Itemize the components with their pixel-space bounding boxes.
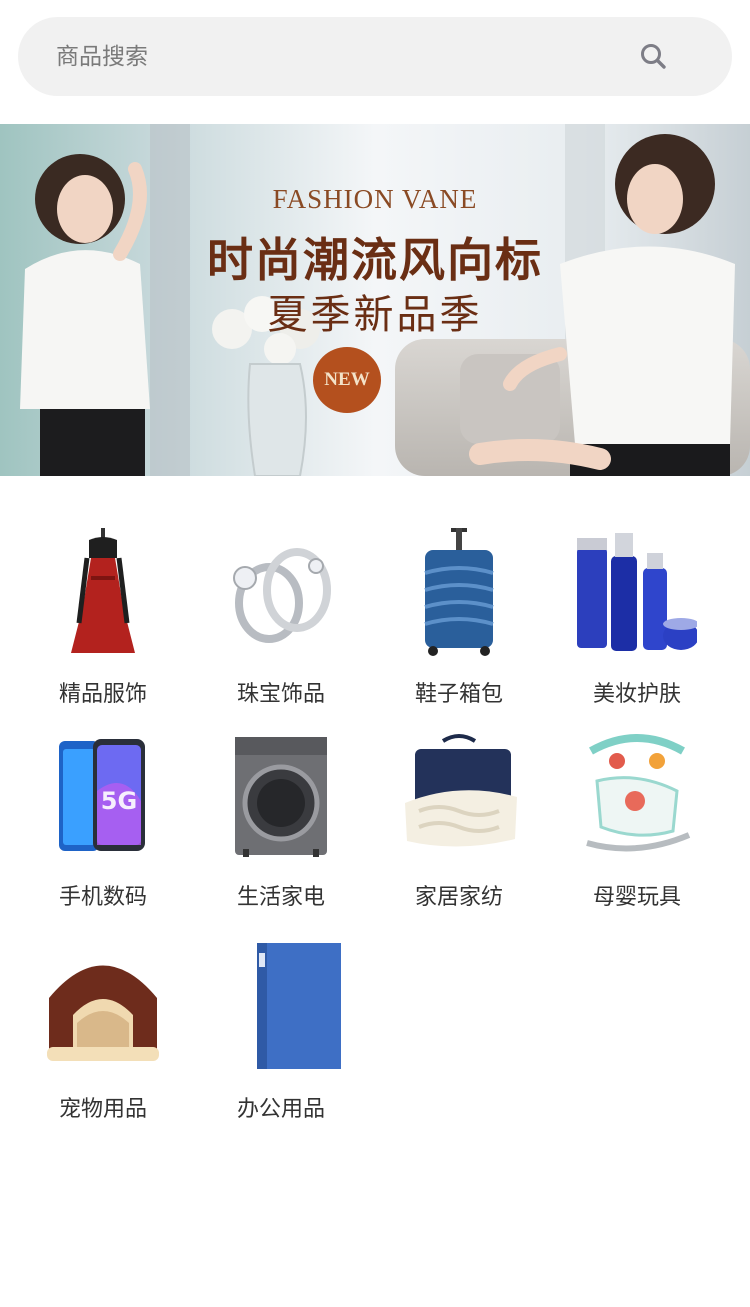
category-label: 家居家纺 xyxy=(414,885,503,910)
search-bar[interactable] xyxy=(18,17,732,96)
banner-subtitle-en: FASHION VANE xyxy=(272,184,478,214)
category-appliances[interactable]: 生活家电 xyxy=(201,731,361,931)
category-label: 美妆护肤 xyxy=(592,682,681,707)
pillow-icon xyxy=(405,734,517,847)
folder-icon xyxy=(257,943,341,1069)
cosmetics-icon xyxy=(577,533,697,651)
promo-banner[interactable]: FASHION VANE 时尚潮流风向标 夏季新品季 NEW xyxy=(0,124,750,476)
category-label: 手机数码 xyxy=(58,885,147,910)
category-label: 办公用品 xyxy=(236,1097,325,1122)
category-label: 精品服饰 xyxy=(58,682,147,707)
category-bags[interactable]: 鞋子箱包 xyxy=(379,528,539,728)
category-cosmetics[interactable]: 美妆护肤 xyxy=(557,528,717,728)
category-office[interactable]: 办公用品 xyxy=(201,943,361,1143)
category-label: 珠宝饰品 xyxy=(236,682,325,707)
category-label: 母婴玩具 xyxy=(592,885,681,910)
pet-house-icon xyxy=(47,965,159,1061)
baby-rocker-icon xyxy=(586,734,691,852)
category-apparel[interactable]: 精品服饰 xyxy=(23,528,183,728)
washing-machine-icon xyxy=(235,737,327,857)
search-input[interactable] xyxy=(56,17,616,96)
category-baby-toys[interactable]: 母婴玩具 xyxy=(557,731,717,931)
category-label: 宠物用品 xyxy=(58,1097,147,1122)
svg-text:5G: 5G xyxy=(101,787,137,815)
category-label: 生活家电 xyxy=(236,885,325,910)
dress-icon xyxy=(71,528,135,653)
banner-subtitle: 夏季新品季 xyxy=(267,292,483,338)
suitcase-icon xyxy=(424,528,494,656)
category-digital[interactable]: 5G 手机数码 xyxy=(23,731,183,931)
rings-icon xyxy=(233,548,331,643)
category-home-textiles[interactable]: 家居家纺 xyxy=(379,731,539,931)
category-jewelry[interactable]: 珠宝饰品 xyxy=(201,528,361,728)
category-label: 鞋子箱包 xyxy=(414,682,503,707)
banner-title: 时尚潮流风向标 xyxy=(207,233,543,287)
search-icon[interactable] xyxy=(638,41,670,73)
new-badge: NEW xyxy=(313,347,381,413)
phone-icon: 5G xyxy=(59,739,145,851)
category-pets[interactable]: 宠物用品 xyxy=(23,943,183,1143)
